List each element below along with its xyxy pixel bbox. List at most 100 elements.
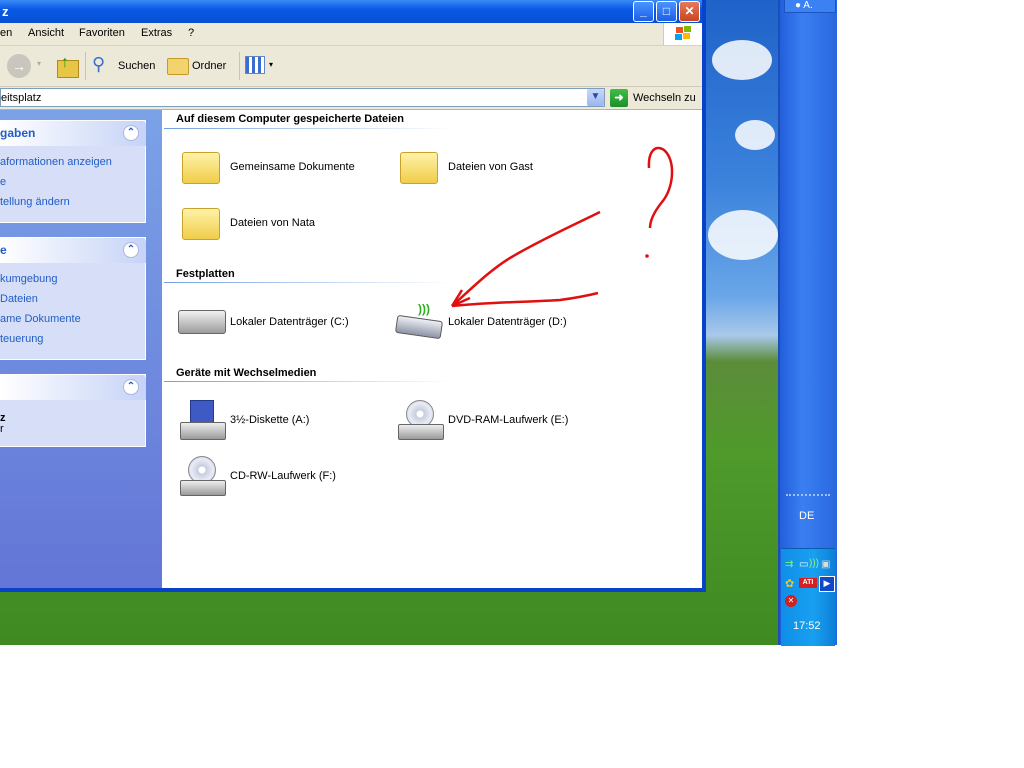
- file-item[interactable]: Gemeinsame Dokumente: [180, 146, 380, 190]
- task-link[interactable]: aformationen anzeigen: [0, 156, 112, 168]
- file-item[interactable]: Dateien von Nata: [180, 202, 380, 246]
- usb-drive-icon: [394, 314, 444, 340]
- forward-dropdown-icon[interactable]: ▾: [37, 59, 41, 68]
- drive-item[interactable]: Lokaler Datenträger (C:): [178, 302, 388, 342]
- forward-arrow-icon: →: [12, 58, 26, 74]
- window-frame-right[interactable]: [702, 0, 706, 592]
- task-link[interactable]: kumgebung: [0, 273, 58, 285]
- views-dropdown-icon: ▾: [269, 60, 274, 69]
- wireless-signal-icon: ))): [418, 302, 430, 316]
- collapse-chevron-icon[interactable]: ⌃: [123, 125, 139, 141]
- folder-icon: [182, 152, 220, 184]
- media-play-icon[interactable]: ▶: [819, 576, 835, 592]
- folders-button[interactable]: Ordner: [165, 54, 235, 78]
- floppy-drive-icon: [180, 400, 226, 440]
- task-box-details: ⌃ z r: [0, 374, 146, 447]
- windows-logo-icon: [663, 23, 704, 45]
- menu-help[interactable]: ?: [188, 27, 194, 39]
- task-link[interactable]: e: [0, 176, 6, 188]
- collapse-chevron-icon[interactable]: ⌃: [123, 379, 139, 395]
- address-input[interactable]: [0, 88, 605, 107]
- explorer-window: z _ □ ✕ en Ansicht Favoriten Extras ? → …: [0, 0, 705, 592]
- up-folder-button[interactable]: ↑: [55, 54, 79, 78]
- clock-time: 17:52: [793, 620, 821, 632]
- task-link[interactable]: ame Dokumente: [0, 313, 81, 325]
- dvd-drive-icon: [398, 400, 444, 440]
- close-icon: ✕: [684, 4, 695, 18]
- task-box-header[interactable]: ⌃: [0, 375, 146, 400]
- task-box-title: e: [0, 243, 7, 257]
- network-icon[interactable]: ⇉: [785, 559, 797, 571]
- go-arrow-icon: ➜: [614, 92, 624, 104]
- system-tray: ⇉ ▭ ))) ▣ ✿ ATI ▶ ✕ 17:52: [781, 548, 835, 646]
- folder-icon: [400, 152, 438, 184]
- cd-drive-icon: [180, 456, 226, 496]
- wireless-icon[interactable]: ))): [809, 558, 821, 570]
- search-icon: ⚲: [92, 54, 106, 74]
- menu-file[interactable]: en: [0, 27, 12, 39]
- details-line: r: [0, 423, 4, 435]
- folder-icon: [182, 208, 220, 240]
- folder-icon: [167, 58, 189, 75]
- task-box-header[interactable]: e ⌃: [0, 238, 146, 263]
- file-item-label: Gemeinsame Dokumente: [230, 161, 355, 173]
- go-button[interactable]: ➜: [610, 89, 628, 107]
- removable-item-label: 3½-Diskette (A:): [230, 414, 310, 426]
- taskbar-user-button[interactable]: ● A.: [784, 0, 836, 13]
- drive-item-label: Lokaler Datenträger (C:): [230, 316, 349, 328]
- section-heading-files: Auf diesem Computer gespeicherte Dateien: [176, 113, 405, 125]
- maximize-button[interactable]: □: [656, 1, 677, 22]
- task-box-header[interactable]: gaben ⌃: [0, 121, 146, 146]
- user-icon: ●: [795, 0, 802, 11]
- removable-item-label: DVD-RAM-Laufwerk (E:): [448, 414, 569, 426]
- collapse-chevron-icon[interactable]: ⌃: [123, 242, 139, 258]
- minimize-icon: _: [640, 4, 647, 18]
- menu-bar: en Ansicht Favoriten Extras ?: [0, 23, 705, 46]
- title-bar[interactable]: z _ □ ✕: [0, 0, 705, 23]
- ati-icon[interactable]: ATI: [799, 578, 817, 588]
- annotation-arrow-question-mark: [450, 146, 674, 308]
- task-box-title: gaben: [0, 126, 36, 140]
- address-dropdown-button[interactable]: ▼: [587, 89, 604, 106]
- address-value: eitsplatz: [1, 92, 42, 104]
- minimize-button[interactable]: _: [633, 1, 654, 22]
- language-indicator[interactable]: DE: [799, 510, 814, 522]
- security-shield-icon[interactable]: ✕: [785, 595, 797, 607]
- task-link[interactable]: teuerung: [0, 333, 43, 345]
- close-button[interactable]: ✕: [679, 1, 700, 22]
- task-link[interactable]: Dateien: [0, 293, 38, 305]
- views-icon: [245, 56, 265, 74]
- menu-view[interactable]: Ansicht: [28, 27, 64, 39]
- removable-item[interactable]: DVD-RAM-Laufwerk (E:): [396, 398, 606, 444]
- language-label: DE: [799, 510, 815, 522]
- section-heading-drives: Festplatten: [176, 268, 235, 280]
- removable-item[interactable]: CD-RW-Laufwerk (F:): [178, 454, 388, 500]
- search-button-label: Suchen: [118, 60, 156, 72]
- task-box-other-places: e ⌃ kumgebung Dateien ame Dokumente teue…: [0, 237, 146, 360]
- taskbar-user-label: A.: [803, 0, 813, 11]
- section-heading-removable: Geräte mit Wechselmedien: [176, 367, 317, 379]
- chevron-down-icon: ▼: [590, 91, 601, 102]
- go-button-label[interactable]: Wechseln zu: [633, 92, 696, 104]
- folders-button-label: Ordner: [192, 60, 227, 72]
- window-frame-bottom[interactable]: [0, 588, 706, 592]
- toolbar-separator: [85, 52, 86, 80]
- views-button[interactable]: ▾: [245, 56, 277, 76]
- clock[interactable]: 17:52: [793, 620, 821, 632]
- file-item-label: Dateien von Nata: [230, 217, 315, 229]
- removable-item[interactable]: 3½-Diskette (A:): [178, 398, 388, 444]
- forward-button[interactable]: →: [7, 54, 31, 78]
- colorful-app-icon[interactable]: ✿: [785, 577, 797, 590]
- search-button[interactable]: ⚲ Suchen: [90, 54, 158, 78]
- task-pane: gaben ⌃ aformationen anzeigen e tellung …: [0, 110, 162, 590]
- task-link[interactable]: tellung ändern: [0, 196, 70, 208]
- removable-item-label: CD-RW-Laufwerk (F:): [230, 470, 336, 482]
- taskbar-divider: [786, 494, 830, 498]
- menu-favorites[interactable]: Favoriten: [79, 27, 125, 39]
- section-rule: [164, 381, 454, 382]
- menu-extras[interactable]: Extras: [141, 27, 172, 39]
- toolbar: → ▾ ↑ ⚲ Suchen Ordner ▾: [0, 46, 705, 87]
- maximize-icon: □: [662, 4, 671, 18]
- network-computers-icon[interactable]: ▣: [821, 559, 833, 571]
- section-rule: [164, 128, 454, 129]
